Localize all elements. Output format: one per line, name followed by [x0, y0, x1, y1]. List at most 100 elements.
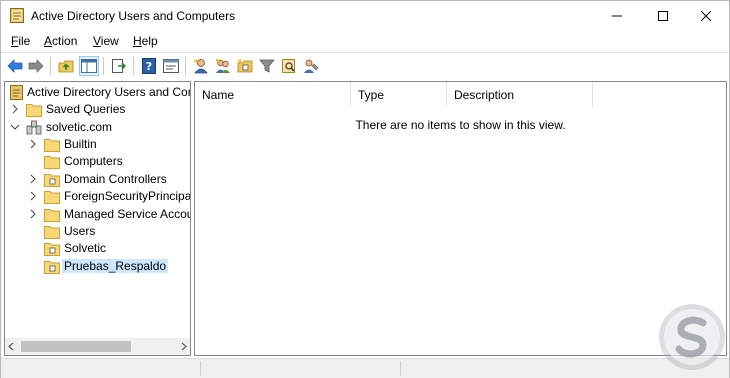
help-button[interactable]: ? — [139, 56, 159, 76]
folder-icon — [44, 209, 60, 222]
folder-icon — [44, 139, 60, 152]
filter-button[interactable] — [257, 56, 277, 76]
menu-help-label: elp — [141, 34, 158, 48]
new-group-icon — [215, 58, 230, 73]
tree-item-computers[interactable]: Computers — [5, 153, 190, 170]
up-folder-icon — [58, 60, 74, 73]
domain-icon — [26, 120, 42, 135]
forward-arrow-icon — [28, 59, 44, 73]
maximize-icon — [658, 11, 668, 21]
menu-view-label: iew — [100, 34, 119, 48]
menu-action[interactable]: Action — [44, 34, 77, 48]
column-header-description[interactable]: Description — [447, 82, 593, 107]
menu-action-mnemonic: A — [44, 34, 53, 48]
folder-icon — [44, 226, 60, 239]
menu-help-mnemonic: H — [133, 34, 142, 48]
column-header-label: Type — [358, 88, 385, 102]
new-user-icon — [194, 59, 208, 74]
status-cell — [1, 361, 201, 376]
folder-icon — [44, 156, 60, 169]
tree-item-domain-controllers[interactable]: Domain Controllers — [5, 171, 190, 188]
toolbar-separator — [185, 57, 186, 75]
export-list-button[interactable] — [109, 56, 129, 76]
tree-item-solvetic[interactable]: Solvetic — [5, 240, 190, 257]
show-hide-console-tree-button[interactable] — [79, 56, 99, 76]
chevron-right-icon[interactable] — [28, 191, 38, 201]
folder-icon — [44, 191, 60, 204]
tree-item-label: solvetic.com — [46, 120, 113, 134]
tree-item-label: Computers — [64, 154, 123, 168]
new-user-button[interactable] — [191, 56, 211, 76]
column-header-name[interactable]: Name — [195, 82, 351, 107]
svg-text:?: ? — [146, 60, 152, 73]
tree-item-users[interactable]: Users — [5, 223, 190, 240]
ad-app-icon — [10, 85, 23, 100]
properties-icon — [163, 59, 179, 73]
minimize-icon — [612, 15, 622, 17]
ou-folder-icon — [44, 174, 60, 187]
back-arrow-icon — [7, 59, 23, 73]
tree-item-managed-service-accounts[interactable]: Managed Service Accour — [5, 206, 190, 223]
delegate-control-button[interactable] — [301, 56, 321, 76]
new-ou-button[interactable] — [235, 56, 255, 76]
tree-item-label: Pruebas_Respaldo — [62, 259, 169, 273]
scroll-left-icon[interactable] — [7, 342, 15, 351]
watermark-logo — [659, 304, 725, 370]
menu-view[interactable]: View — [93, 34, 119, 48]
window-title: Active Directory Users and Computers — [31, 9, 236, 23]
tree-horizontal-scrollbar[interactable] — [5, 338, 190, 355]
tree-item-saved-queries[interactable]: Saved Queries — [5, 101, 190, 118]
tree-root[interactable]: Active Directory Users and Com — [5, 84, 190, 101]
new-group-button[interactable] — [213, 56, 233, 76]
scrollbar-thumb[interactable] — [21, 341, 131, 352]
tree-item-solvetic-com[interactable]: solvetic.com — [5, 119, 190, 136]
close-button[interactable] — [683, 1, 729, 31]
folder-icon — [26, 104, 42, 117]
new-ou-icon — [237, 59, 253, 73]
chevron-right-icon[interactable] — [28, 209, 38, 219]
tree-item-label: Users — [64, 224, 96, 238]
scroll-right-icon[interactable] — [180, 342, 188, 351]
status-bar — [1, 358, 729, 378]
tree-item-label: Saved Queries — [46, 102, 126, 116]
filter-icon — [259, 59, 275, 73]
status-cell — [201, 361, 401, 376]
up-level-button[interactable] — [56, 56, 76, 76]
toolbar-separator — [103, 57, 104, 75]
tree-item-builtin[interactable]: Builtin — [5, 136, 190, 153]
back-button[interactable] — [5, 56, 25, 76]
column-header-label: Name — [202, 88, 235, 102]
menu-action-label: ction — [52, 34, 78, 48]
show-hide-console-tree-icon — [81, 59, 97, 73]
toolbar-separator — [133, 57, 134, 75]
menu-bar: File Action View Help — [1, 31, 729, 51]
app-window: Active Directory Users and Computers Fil… — [0, 0, 730, 378]
tree-item-pruebas-respaldo[interactable]: Pruebas_Respaldo — [5, 258, 190, 275]
title-bar: Active Directory Users and Computers — [1, 1, 729, 31]
chevron-right-icon[interactable] — [28, 174, 38, 184]
column-header-type[interactable]: Type — [351, 82, 447, 107]
menu-help[interactable]: Help — [133, 34, 158, 48]
find-button[interactable] — [279, 56, 299, 76]
forward-button[interactable] — [26, 56, 46, 76]
column-header-label: Description — [454, 88, 515, 102]
chevron-right-icon[interactable] — [10, 104, 20, 114]
tree-item-label: Builtin — [64, 137, 97, 151]
menu-view-mnemonic: V — [93, 34, 101, 48]
menu-file[interactable]: File — [11, 34, 30, 48]
close-icon — [701, 11, 711, 21]
export-list-icon — [112, 59, 127, 73]
maximize-button[interactable] — [640, 1, 686, 31]
chevron-down-icon[interactable] — [10, 122, 20, 132]
properties-button[interactable] — [161, 56, 181, 76]
ad-app-icon — [10, 8, 24, 23]
tree-item-label: ForeignSecurityPrincipals — [64, 189, 191, 203]
tree-item-foreign-security-principals[interactable]: ForeignSecurityPrincipals — [5, 188, 190, 205]
ou-folder-icon — [44, 243, 60, 256]
tree-item-label: Domain Controllers — [64, 172, 167, 186]
minimize-button[interactable] — [594, 1, 640, 31]
tree-item-label: Managed Service Accour — [64, 207, 191, 221]
tree-root-label: Active Directory Users and Com — [27, 85, 191, 99]
chevron-right-icon[interactable] — [28, 139, 38, 149]
toolbar: ? — [1, 52, 729, 79]
